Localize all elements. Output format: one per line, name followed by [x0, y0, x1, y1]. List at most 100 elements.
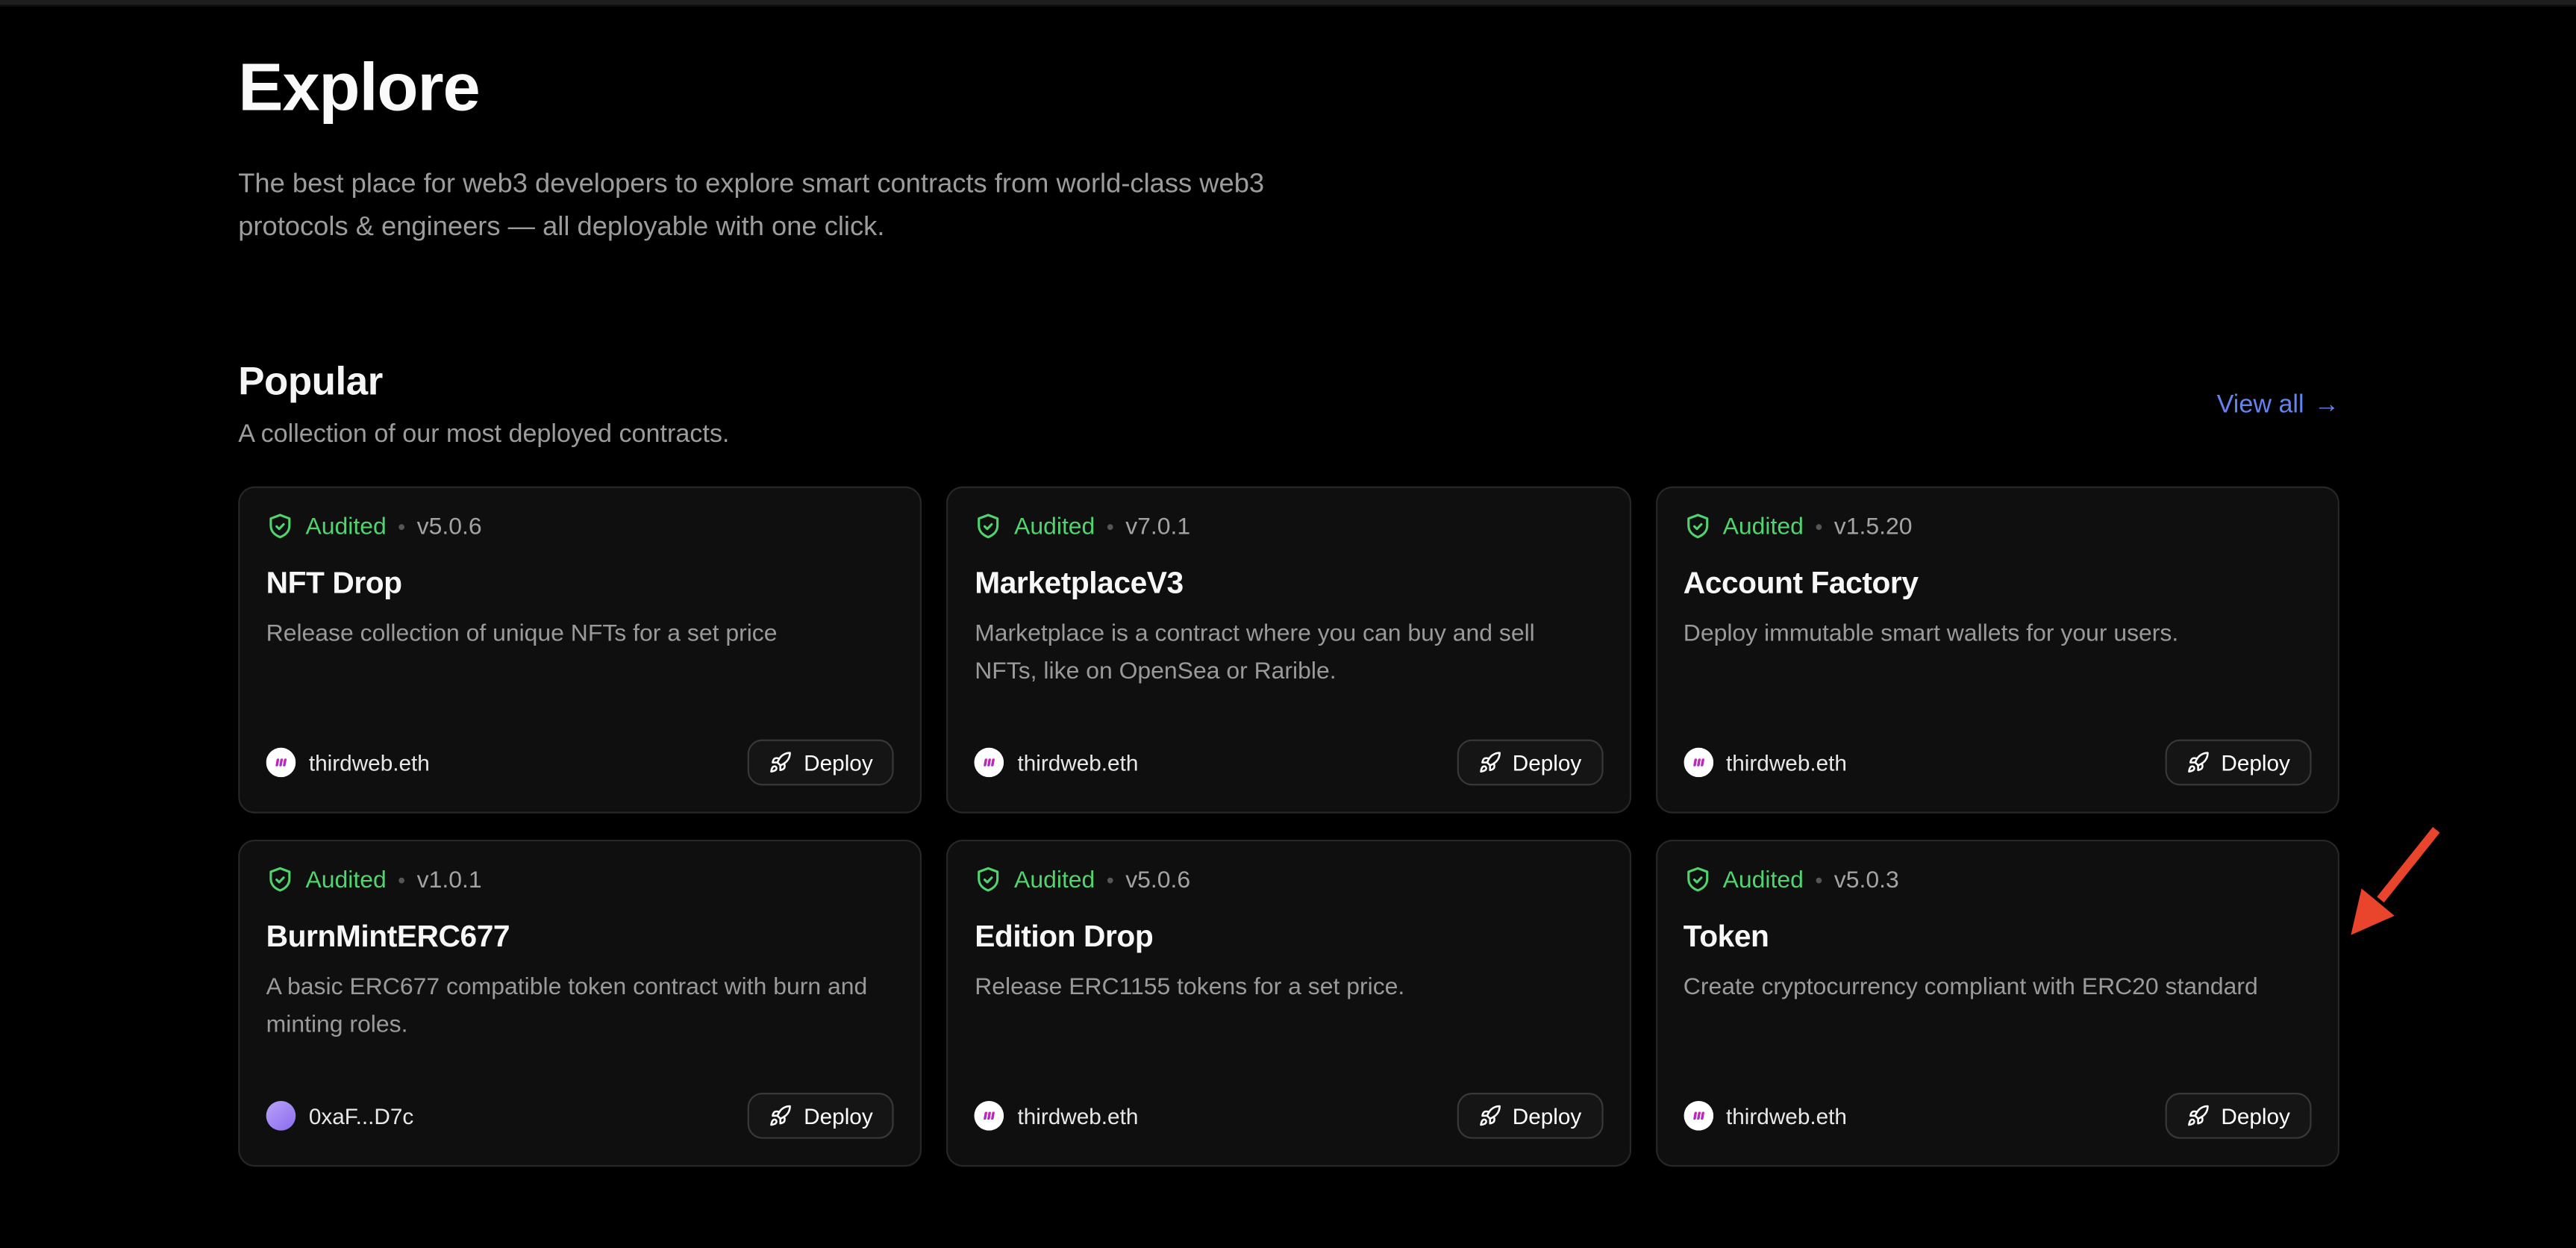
contract-card-edition-drop[interactable]: Audited • v5.0.6 Edition Drop Release ER… [947, 840, 1631, 1167]
publisher[interactable]: thirdweb.eth [1684, 748, 1847, 778]
contract-name[interactable]: Token [1684, 919, 2312, 955]
section-title: Popular [238, 360, 729, 406]
popular-section-titles: Popular A collection of our most deploye… [238, 360, 729, 450]
deploy-button[interactable]: Deploy [2166, 740, 2312, 786]
deploy-button-label: Deploy [2221, 1103, 2290, 1128]
badge-row: Audited • v1.0.1 [266, 866, 895, 893]
card-footer: thirdweb.eth Deploy [975, 740, 1603, 786]
contract-version: v1.0.1 [417, 867, 482, 893]
contract-description: Release collection of unique NFTs for a … [266, 617, 895, 655]
contract-card-account-factory[interactable]: Audited • v1.5.20 Account Factory Deploy… [1655, 487, 2339, 814]
contract-version: v1.5.20 [1834, 514, 1913, 540]
contract-card-nft-drop[interactable]: Audited • v5.0.6 NFT Drop Release collec… [238, 487, 922, 814]
view-all-link[interactable]: View all → [2217, 390, 2339, 420]
publisher-name: thirdweb.eth [309, 750, 430, 775]
shield-check-icon [266, 866, 294, 893]
deploy-button-label: Deploy [2221, 750, 2290, 775]
page-subtitle: The best place for web3 developers to ex… [238, 163, 1372, 248]
section-subtitle: A collection of our most deployed contra… [238, 421, 729, 451]
card-footer: thirdweb.eth Deploy [975, 1093, 1603, 1139]
card-footer: thirdweb.eth Deploy [266, 740, 895, 786]
rocket-icon [769, 751, 793, 774]
rocket-icon [1478, 1104, 1501, 1127]
popular-section-header: Popular A collection of our most deploye… [238, 360, 2339, 450]
publisher[interactable]: thirdweb.eth [266, 748, 430, 778]
badge-row: Audited • v5.0.3 [1684, 866, 2312, 893]
explore-page: Explore The best place for web3 develope… [0, 0, 2576, 1248]
publisher[interactable]: thirdweb.eth [975, 1101, 1138, 1131]
top-bar-edge [0, 0, 2576, 7]
dot-separator: • [398, 514, 405, 539]
contract-card-token[interactable]: Audited • v5.0.3 Token Create cryptocurr… [1655, 840, 2339, 1167]
deploy-button-label: Deploy [804, 750, 873, 775]
deploy-button-label: Deploy [804, 1103, 873, 1128]
contract-card-marketplacev3[interactable]: Audited • v7.0.1 MarketplaceV3 Marketpla… [947, 487, 1631, 814]
address-avatar [266, 1101, 296, 1131]
contract-version: v5.0.6 [1125, 867, 1190, 893]
shield-check-icon [1684, 513, 1711, 540]
dot-separator: • [1815, 514, 1822, 539]
deploy-button-label: Deploy [1513, 750, 1582, 775]
shield-check-icon [266, 513, 294, 540]
deploy-button[interactable]: Deploy [2166, 1093, 2312, 1139]
publisher[interactable]: thirdweb.eth [1684, 1101, 1847, 1131]
card-footer: 0xaF...D7c Deploy [266, 1093, 895, 1139]
publisher-name: thirdweb.eth [1017, 750, 1138, 775]
contract-description: Marketplace is a contract where you can … [975, 617, 1603, 692]
dot-separator: • [1107, 514, 1114, 539]
page-title: Explore [238, 49, 2339, 125]
badge-row: Audited • v1.5.20 [1684, 513, 2312, 540]
view-all-label: View all [2217, 390, 2304, 420]
publisher-name: 0xaF...D7c [309, 1103, 413, 1128]
arrow-right-icon: → [2314, 390, 2339, 420]
rocket-icon [2186, 751, 2210, 774]
rocket-icon [769, 1104, 793, 1127]
shield-check-icon [975, 513, 1002, 540]
badge-row: Audited • v7.0.1 [975, 513, 1603, 540]
publisher[interactable]: 0xaF...D7c [266, 1101, 414, 1131]
badge-row: Audited • v5.0.6 [975, 866, 1603, 893]
deploy-button[interactable]: Deploy [1457, 1093, 1603, 1139]
audited-badge: Audited [1723, 514, 1804, 540]
card-footer: thirdweb.eth Deploy [1684, 1093, 2312, 1139]
contracts-grid: Audited • v5.0.6 NFT Drop Release collec… [238, 487, 2339, 1167]
publisher-name: thirdweb.eth [1726, 1103, 1847, 1128]
contract-description: Release ERC1155 tokens for a set price. [975, 970, 1603, 1008]
publisher-name: thirdweb.eth [1017, 1103, 1138, 1128]
contract-card-burnminterc677[interactable]: Audited • v1.0.1 BurnMintERC677 A basic … [238, 840, 922, 1167]
dot-separator: • [398, 867, 405, 892]
thirdweb-avatar [1684, 748, 1713, 778]
audited-badge: Audited [1014, 514, 1095, 540]
contract-name[interactable]: MarketplaceV3 [975, 565, 1603, 601]
badge-row: Audited • v5.0.6 [266, 513, 895, 540]
contract-description: Deploy immutable smart wallets for your … [1684, 617, 2312, 655]
deploy-button[interactable]: Deploy [748, 1093, 894, 1139]
contract-description: Create cryptocurrency compliant with ERC… [1684, 970, 2312, 1008]
publisher[interactable]: thirdweb.eth [975, 748, 1138, 778]
contract-description: A basic ERC677 compatible token contract… [266, 970, 895, 1045]
thirdweb-avatar [266, 748, 296, 778]
deploy-button[interactable]: Deploy [748, 740, 894, 786]
thirdweb-avatar [1684, 1101, 1713, 1131]
publisher-name: thirdweb.eth [1726, 750, 1847, 775]
rocket-icon [2186, 1104, 2210, 1127]
audited-badge: Audited [305, 514, 386, 540]
shield-check-icon [1684, 866, 1711, 893]
contract-name[interactable]: Account Factory [1684, 565, 2312, 601]
contract-version: v7.0.1 [1125, 514, 1190, 540]
dot-separator: • [1815, 867, 1822, 892]
card-footer: thirdweb.eth Deploy [1684, 740, 2312, 786]
main-content: Explore The best place for web3 develope… [238, 49, 2339, 1167]
thirdweb-avatar [975, 1101, 1004, 1131]
contract-name[interactable]: NFT Drop [266, 565, 895, 601]
contract-name[interactable]: BurnMintERC677 [266, 919, 895, 955]
audited-badge: Audited [1014, 867, 1095, 893]
contract-version: v5.0.3 [1834, 867, 1899, 893]
shield-check-icon [975, 866, 1002, 893]
deploy-button-label: Deploy [1513, 1103, 1582, 1128]
thirdweb-avatar [975, 748, 1004, 778]
dot-separator: • [1107, 867, 1114, 892]
contract-name[interactable]: Edition Drop [975, 919, 1603, 955]
rocket-icon [1478, 751, 1501, 774]
deploy-button[interactable]: Deploy [1457, 740, 1603, 786]
